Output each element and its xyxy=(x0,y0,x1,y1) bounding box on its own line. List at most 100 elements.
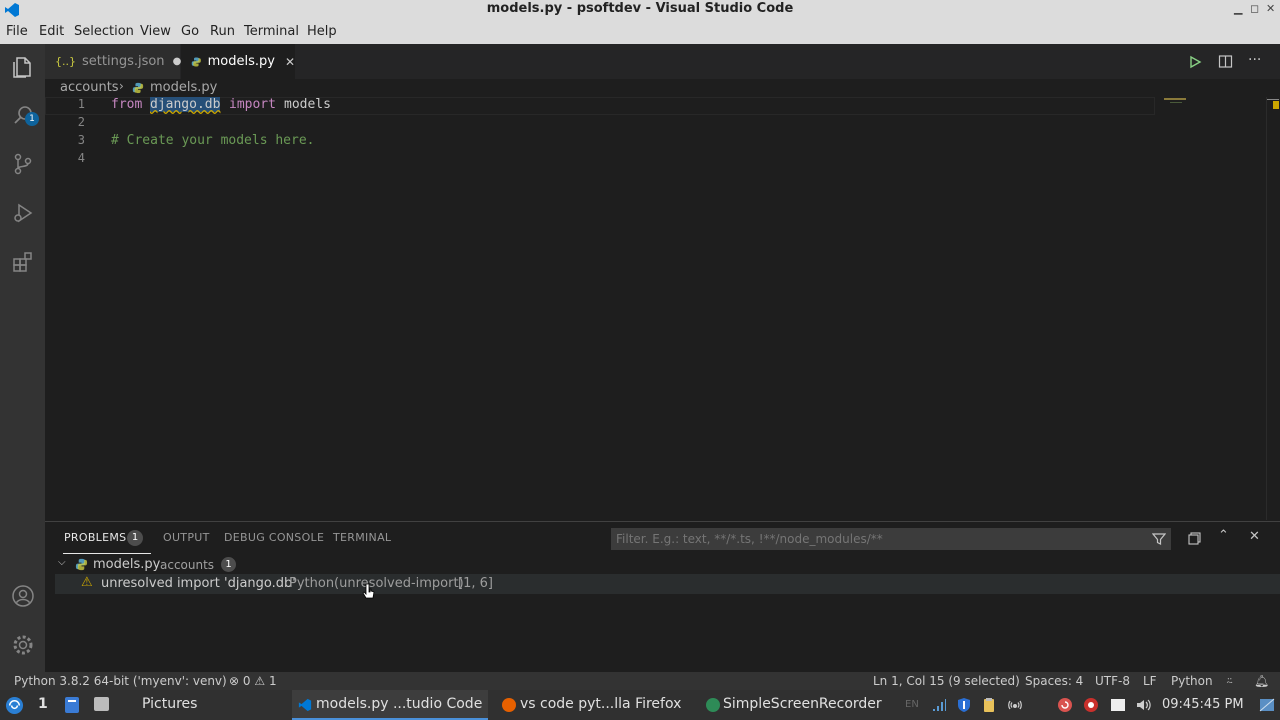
clipboard-icon[interactable] xyxy=(981,697,997,713)
source-control-icon[interactable] xyxy=(8,149,38,179)
extensions-icon[interactable] xyxy=(8,247,38,277)
file-manager-icon[interactable] xyxy=(64,696,80,714)
vscode-icon xyxy=(298,698,312,712)
task-label: models.py ...tudio Code xyxy=(316,696,483,712)
feedback-icon[interactable]: ⍨ xyxy=(1226,674,1233,689)
json-braces-icon: {..} xyxy=(55,55,76,68)
python-icon xyxy=(132,82,144,94)
menu-bar: File Edit Selection View Go Run Terminal… xyxy=(0,20,1280,44)
keyword-from: from xyxy=(111,97,143,112)
warning-icon: ⚠ xyxy=(81,575,93,590)
chevron-down-icon[interactable]: ⌵ xyxy=(58,557,66,568)
account-icon[interactable] xyxy=(8,581,38,611)
module-name: django.db xyxy=(150,97,221,112)
python-interpreter[interactable]: Python 3.8.2 64-bit ('myenv': venv) xyxy=(14,674,227,688)
wireless-icon[interactable] xyxy=(1007,697,1023,713)
more-actions-icon[interactable]: ··· xyxy=(1248,52,1261,68)
menu-selection[interactable]: Selection xyxy=(74,24,134,39)
start-menu-icon[interactable] xyxy=(5,696,24,715)
menu-run[interactable]: Run xyxy=(210,24,235,39)
task-screen-recorder[interactable]: SimpleScreenRecorder xyxy=(700,690,890,720)
tab-debug-console[interactable]: DEBUG CONSOLE xyxy=(224,531,324,544)
tab-settings-json[interactable]: {..} settings.json ● xyxy=(45,44,182,79)
code-line[interactable]: 3 # Create your models here. xyxy=(45,133,1155,151)
close-window-icon[interactable]: ✕ xyxy=(1266,2,1275,15)
menu-help[interactable]: Help xyxy=(307,24,337,39)
menu-edit[interactable]: Edit xyxy=(39,24,64,39)
mouse-cursor-icon xyxy=(362,583,375,599)
task-firefox[interactable]: vs code pyt...lla Firefox xyxy=(496,690,692,720)
python-icon xyxy=(191,56,201,67)
breadcrumb-folder[interactable]: accounts xyxy=(60,80,119,95)
explorer-badge: 1 xyxy=(25,112,39,126)
tab-problems[interactable]: PROBLEMS xyxy=(64,531,126,544)
problem-row[interactable]: ⚠ unresolved import 'django.db' Python(u… xyxy=(55,574,1280,594)
tab-label: settings.json xyxy=(82,54,165,69)
run-file-icon[interactable] xyxy=(1188,55,1202,69)
task-vscode[interactable]: models.py ...tudio Code xyxy=(292,690,488,720)
record-icon[interactable] xyxy=(1083,697,1099,713)
security-shield-icon[interactable] xyxy=(956,697,972,713)
gear-icon[interactable] xyxy=(8,630,38,660)
tab-terminal[interactable]: TERMINAL xyxy=(333,531,391,544)
vertical-scrollbar[interactable] xyxy=(1266,97,1280,520)
task-label: vs code pyt...lla Firefox xyxy=(520,696,682,712)
keyboard-layout[interactable]: EN xyxy=(905,699,919,710)
line-ending[interactable]: LF xyxy=(1143,674,1157,688)
code-editor[interactable]: 1 from django.db import models 2 3 # Cre… xyxy=(45,97,1280,520)
tab-models-py[interactable]: models.py ✕ xyxy=(181,44,295,79)
close-tab-icon[interactable]: ✕ xyxy=(285,55,295,69)
filter-icon[interactable] xyxy=(1152,532,1166,546)
problems-file-row[interactable]: ⌵ models.py accounts 1 xyxy=(45,555,1280,575)
tab-output[interactable]: OUTPUT xyxy=(163,531,210,544)
folder-icon xyxy=(94,697,109,711)
menu-file[interactable]: File xyxy=(6,24,28,39)
line-number: 4 xyxy=(77,151,85,165)
split-editor-icon[interactable] xyxy=(1218,54,1233,69)
maximize-icon[interactable]: ◻ xyxy=(1250,2,1259,15)
problem-source: Python(unresolved-import) xyxy=(289,576,464,591)
overview-warning-marker xyxy=(1273,101,1279,109)
window-list-icon[interactable] xyxy=(1110,697,1126,713)
activity-bar: 1 xyxy=(0,44,45,672)
problems-filter-input[interactable] xyxy=(611,528,1171,550)
dirty-dot-icon[interactable]: ● xyxy=(173,56,182,67)
error-icon: ⊗ xyxy=(229,674,240,688)
problem-location: [1, 6] xyxy=(458,576,493,591)
problems-summary[interactable]: ⊗ 0 ⚠ 1 xyxy=(229,674,277,688)
network-signal-icon[interactable] xyxy=(931,697,947,713)
file-encoding[interactable]: UTF-8 xyxy=(1095,674,1130,688)
update-icon[interactable] xyxy=(1057,697,1073,713)
recorder-icon xyxy=(706,698,720,712)
code-line[interactable]: 2 xyxy=(45,115,1155,133)
volume-icon[interactable] xyxy=(1135,697,1151,713)
show-desktop-icon[interactable] xyxy=(1259,697,1275,713)
menu-go[interactable]: Go xyxy=(181,24,199,39)
breadcrumb: accounts › models.py xyxy=(45,79,1280,97)
indentation[interactable]: Spaces: 4 xyxy=(1025,674,1083,688)
python-icon xyxy=(75,558,88,571)
code-line[interactable]: 1 from django.db import models xyxy=(45,97,1155,115)
run-debug-icon[interactable] xyxy=(8,198,38,228)
workspace-number[interactable]: 1 xyxy=(38,696,48,712)
close-panel-icon[interactable]: ✕ xyxy=(1249,529,1260,544)
explorer-icon[interactable] xyxy=(8,52,38,82)
import-name: models xyxy=(284,97,331,112)
system-clock[interactable]: 09:45:45 PM xyxy=(1162,697,1244,712)
maximize-panel-icon[interactable]: ⌃ xyxy=(1218,528,1229,543)
menu-terminal[interactable]: Terminal xyxy=(244,24,299,39)
menu-view[interactable]: View xyxy=(140,24,171,39)
problems-file-name: models.py xyxy=(93,557,161,572)
problems-count-badge: 1 xyxy=(127,530,143,546)
notifications-bell-icon[interactable]: 🔔︎ xyxy=(1254,674,1269,688)
cursor-position[interactable]: Ln 1, Col 15 (9 selected) xyxy=(873,674,1020,688)
task-pictures[interactable]: Pictures xyxy=(90,690,197,720)
warning-count: 1 xyxy=(268,674,277,688)
window-title: models.py - psoftdev - Visual Studio Cod… xyxy=(486,1,794,16)
keyword-import: import xyxy=(229,97,276,112)
language-mode[interactable]: Python xyxy=(1171,674,1213,688)
breadcrumb-file[interactable]: models.py xyxy=(150,80,217,95)
minimize-icon[interactable]: ▁ xyxy=(1234,2,1242,15)
code-line[interactable]: 4 xyxy=(45,151,1155,169)
collapse-all-icon[interactable] xyxy=(1188,532,1201,545)
